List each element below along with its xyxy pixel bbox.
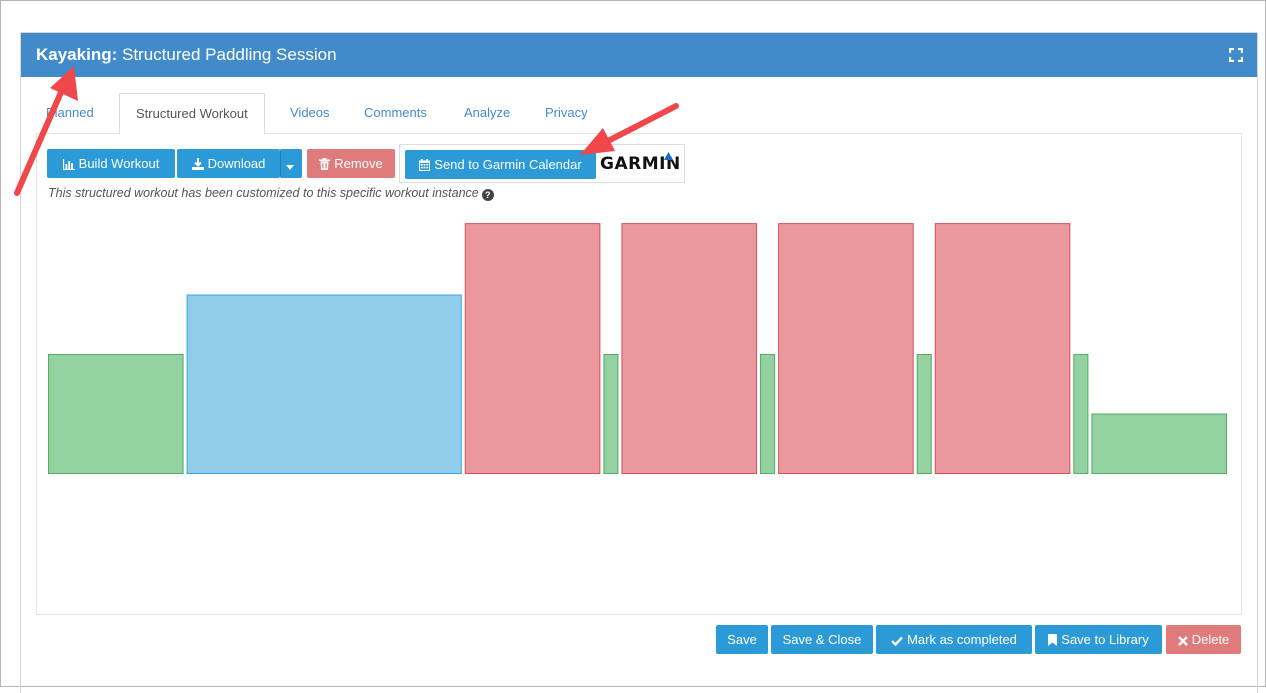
- workout-step-easy[interactable]: [603, 354, 619, 474]
- save-to-library-button[interactable]: Save to Library: [1035, 625, 1162, 654]
- workout-step-hard[interactable]: [778, 223, 914, 474]
- workout-tabs: Planned Structured Workout Videos Commen…: [36, 93, 1242, 135]
- workout-step-easy[interactable]: [760, 354, 776, 474]
- workout-structure-chart: [48, 223, 1227, 474]
- mark-completed-button[interactable]: Mark as completed: [876, 625, 1032, 654]
- workout-step-easy[interactable]: [48, 354, 184, 474]
- sport-name: Kayaking: [36, 45, 112, 64]
- tab-analyze[interactable]: Analyze: [448, 93, 526, 133]
- workout-title: Structured Paddling Session: [122, 45, 337, 64]
- title-separator: :: [111, 45, 118, 64]
- check-icon: [891, 636, 903, 647]
- workout-step-hard[interactable]: [621, 223, 758, 474]
- bookmark-icon: [1048, 634, 1058, 646]
- fullscreen-icon[interactable]: [1229, 48, 1243, 62]
- workout-step-easy[interactable]: [916, 354, 932, 474]
- tab-planned[interactable]: Planned: [30, 93, 110, 133]
- workout-step-hard[interactable]: [934, 223, 1071, 474]
- close-icon: [1177, 636, 1188, 646]
- tab-comments[interactable]: Comments: [348, 93, 443, 133]
- save-close-button[interactable]: Save & Close: [771, 625, 873, 654]
- workout-step-moderate[interactable]: [186, 294, 462, 474]
- modal-header: Kayaking: Structured Paddling Session: [21, 33, 1257, 77]
- tab-privacy[interactable]: Privacy: [529, 93, 604, 133]
- save-button[interactable]: Save: [716, 625, 768, 654]
- workout-step-easy[interactable]: [1091, 413, 1227, 474]
- workout-step-easy[interactable]: [1073, 354, 1089, 474]
- structured-workout-panel: Build Workout Download Remove Send to Ga…: [36, 133, 1242, 615]
- tab-videos[interactable]: Videos: [274, 93, 346, 133]
- modal-title: Kayaking: Structured Paddling Session: [36, 33, 337, 77]
- delete-button[interactable]: Delete: [1166, 625, 1241, 654]
- workout-step-hard[interactable]: [464, 223, 601, 474]
- workout-modal: Kayaking: Structured Paddling Session Pl…: [20, 32, 1258, 693]
- tab-structured-workout[interactable]: Structured Workout: [119, 93, 265, 135]
